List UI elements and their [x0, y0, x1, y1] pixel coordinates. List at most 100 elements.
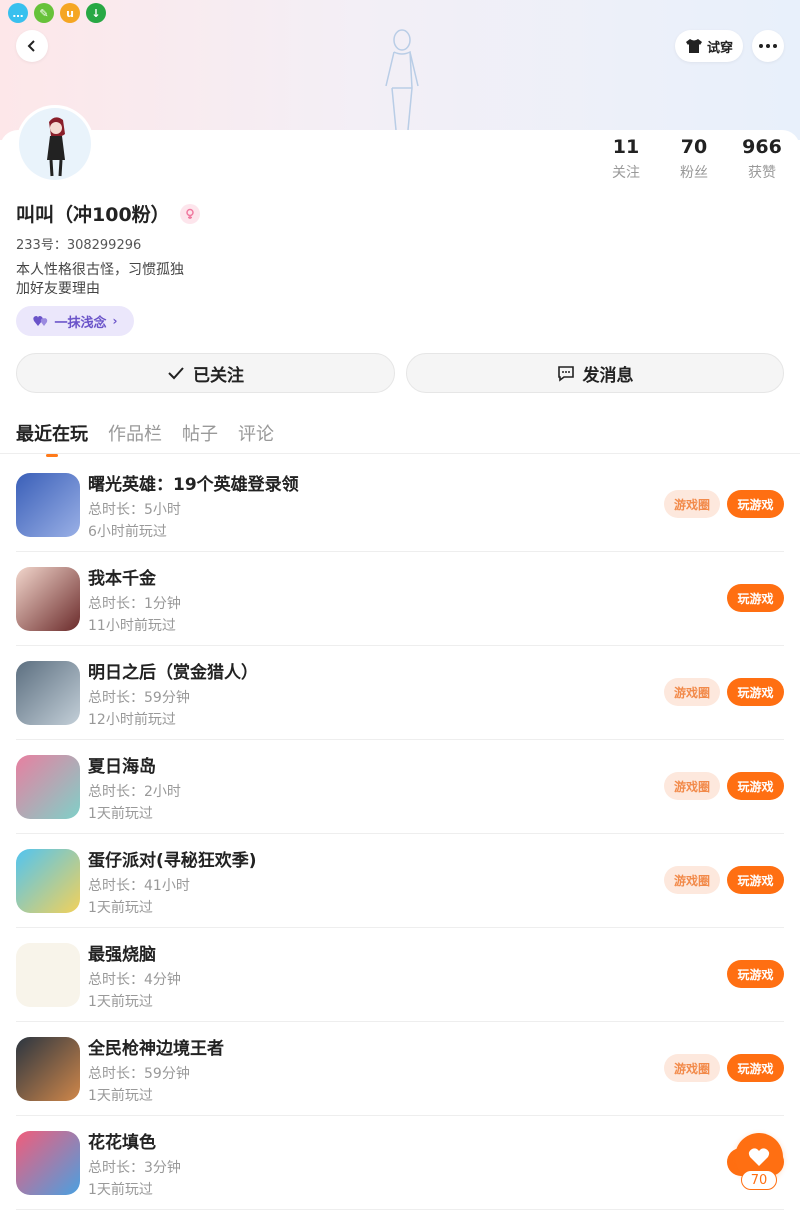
game-row[interactable]: 我本千金 总时长：1分钟 11小时前玩过 玩游戏 [16, 552, 784, 646]
chat-app-icon: … [8, 3, 28, 23]
game-icon[interactable] [16, 661, 80, 725]
profile-tabs: 最近在玩 作品栏 帖子 评论 [16, 420, 274, 457]
user-id: 233号：308299296 [16, 238, 142, 253]
profile-name-row: 叫叫（冲100粉） [16, 200, 200, 227]
play-game-button[interactable]: 玩游戏 [727, 1054, 784, 1082]
stat-label: 获赞 [748, 165, 776, 181]
like-count: 70 [741, 1170, 777, 1190]
game-icon[interactable] [16, 849, 80, 913]
game-icon[interactable] [16, 567, 80, 631]
u-app-icon: u [60, 3, 80, 23]
game-title: 明日之后（赏金猎人） [88, 663, 258, 683]
tab-posts[interactable]: 帖子 [182, 420, 218, 446]
try-on-button[interactable]: 试穿 [675, 30, 743, 62]
play-game-button[interactable]: 玩游戏 [727, 866, 784, 894]
game-icon[interactable] [16, 1131, 80, 1195]
game-icon[interactable] [16, 755, 80, 819]
game-last-played: 12小时前玩过 [88, 712, 176, 728]
profile-name: 叫叫（冲100粉） [16, 204, 170, 226]
game-row[interactable]: 明日之后（赏金猎人） 总时长：59分钟 12小时前玩过 游戏圈 玩游戏 [16, 646, 784, 740]
game-title: 最强烧脑 [88, 945, 156, 965]
game-circle-button[interactable]: 游戏圈 [664, 866, 720, 894]
game-title: 花花填色 [88, 1133, 156, 1153]
divider [0, 453, 800, 454]
stat-likes[interactable]: 966 获赞 [728, 136, 796, 182]
game-row[interactable]: 蛋仔派对(寻秘狂欢季) 总时长：41小时 1天前玩过 游戏圈 玩游戏 [16, 834, 784, 928]
back-button[interactable] [16, 30, 48, 62]
stat-fans[interactable]: 70 粉丝 [660, 136, 728, 182]
game-duration: 总时长：41小时 [88, 878, 190, 894]
play-game-button[interactable]: 玩游戏 [727, 584, 784, 612]
shirt-icon [685, 39, 702, 53]
tab-comments[interactable]: 评论 [238, 420, 274, 446]
stats-row: 11 关注 70 粉丝 966 获赞 [592, 136, 796, 182]
avatar-silhouette-icon [385, 29, 419, 130]
avatar[interactable] [16, 105, 94, 183]
game-row[interactable]: 全民枪神边境王者 总时长：59分钟 1天前玩过 游戏圈 玩游戏 [16, 1022, 784, 1116]
game-icon[interactable] [16, 473, 80, 537]
game-row[interactable]: 最强烧脑 总时长：4分钟 1天前玩过 玩游戏 [16, 928, 784, 1022]
game-duration: 总时长：2小时 [88, 784, 181, 800]
game-info: 全民枪神边境王者 总时长：59分钟 1天前玩过 [88, 1034, 224, 1105]
more-dots-icon [759, 44, 777, 48]
game-circle-button[interactable]: 游戏圈 [664, 678, 720, 706]
game-duration: 总时长：59分钟 [88, 690, 190, 706]
game-info: 夏日海岛 总时长：2小时 1天前玩过 [88, 752, 181, 823]
game-last-played: 1天前玩过 [88, 806, 153, 822]
game-duration: 总时长：5小时 [88, 502, 181, 518]
check-icon [168, 367, 184, 380]
game-info: 蛋仔派对(寻秘狂欢季) 总时长：41小时 1天前玩过 [88, 846, 257, 917]
female-gender-icon [179, 203, 200, 224]
game-info: 明日之后（赏金猎人） 总时长：59分钟 12小时前玩过 [88, 658, 258, 729]
play-game-button[interactable]: 玩游戏 [727, 960, 784, 988]
game-duration: 总时长：3分钟 [88, 1160, 181, 1176]
status-bar-icons: … ✎ u ↓ [8, 3, 106, 23]
message-icon [557, 366, 574, 382]
game-info: 我本千金 总时长：1分钟 11小时前玩过 [88, 564, 181, 635]
stat-label: 粉丝 [680, 165, 708, 181]
game-icon[interactable] [16, 943, 80, 1007]
tab-works[interactable]: 作品栏 [108, 420, 162, 446]
game-title: 蛋仔派对(寻秘狂欢季) [88, 851, 257, 871]
game-row[interactable]: 曙光英雄：19个英雄登录领总时长：5小时 6小时前玩过 游戏圈 玩游戏 [16, 458, 784, 552]
game-last-played: 6小时前玩过 [88, 524, 167, 540]
game-icon[interactable] [16, 1037, 80, 1101]
game-title: 全民枪神边境王者 [88, 1039, 224, 1059]
game-last-played: 1天前玩过 [88, 1088, 153, 1104]
game-info: 最强烧脑 总时长：4分钟 1天前玩过 [88, 940, 181, 1011]
game-last-played: 1天前玩过 [88, 994, 153, 1010]
relationship-tag[interactable]: 一抹浅念 › [16, 306, 134, 336]
game-row[interactable]: 花花填色总时长：3分钟1天前玩过玩游戏 [16, 1116, 784, 1210]
game-title: 曙光英雄：19个英雄登录领 [88, 475, 299, 495]
bio: 本人性格很古怪，习惯孤独 加好友要理由 [16, 261, 184, 299]
follow-label: 已关注 [193, 365, 244, 386]
message-button[interactable]: 发消息 [406, 353, 784, 393]
stat-label: 关注 [612, 165, 640, 181]
chevron-right-icon: › [112, 314, 118, 328]
chevron-left-icon [27, 40, 35, 52]
heart-icon [748, 1148, 770, 1166]
stat-following[interactable]: 11 关注 [592, 136, 660, 182]
play-game-button[interactable]: 玩游戏 [727, 772, 784, 800]
download-icon: ↓ [86, 3, 106, 23]
game-circle-button[interactable]: 游戏圈 [664, 772, 720, 800]
play-game-button[interactable]: 玩游戏 [727, 678, 784, 706]
game-duration: 总时长：1分钟 [88, 596, 181, 612]
follow-button[interactable]: 已关注 [16, 353, 395, 393]
game-circle-button[interactable]: 游戏圈 [664, 1054, 720, 1082]
tag-label: 一抹浅念 [54, 315, 107, 331]
game-row[interactable]: 夏日海岛 总时长：2小时 1天前玩过 游戏圈 玩游戏 [16, 740, 784, 834]
game-info: 曙光英雄：19个英雄登录领总时长：5小时 6小时前玩过 [88, 470, 299, 541]
game-list: 曙光英雄：19个英雄登录领 总时长：5小时 6小时前玩过 游戏圈 玩游戏 我本千金 总时长：… [16, 458, 784, 1210]
game-last-played: 1天前玩过 [88, 1182, 153, 1198]
play-game-button[interactable]: 玩游戏 [727, 490, 784, 518]
game-last-played: 1天前玩过 [88, 900, 153, 916]
game-circle-button[interactable]: 游戏圈 [664, 490, 720, 518]
hearts-icon [32, 316, 47, 326]
stat-value: 966 [742, 136, 782, 158]
more-button[interactable] [752, 30, 784, 62]
game-info: 花花填色总时长：3分钟 1天前玩过 [88, 1128, 181, 1199]
try-on-label: 试穿 [706, 40, 733, 56]
stat-value: 11 [612, 136, 640, 158]
tab-recent-played[interactable]: 最近在玩 [16, 420, 88, 457]
